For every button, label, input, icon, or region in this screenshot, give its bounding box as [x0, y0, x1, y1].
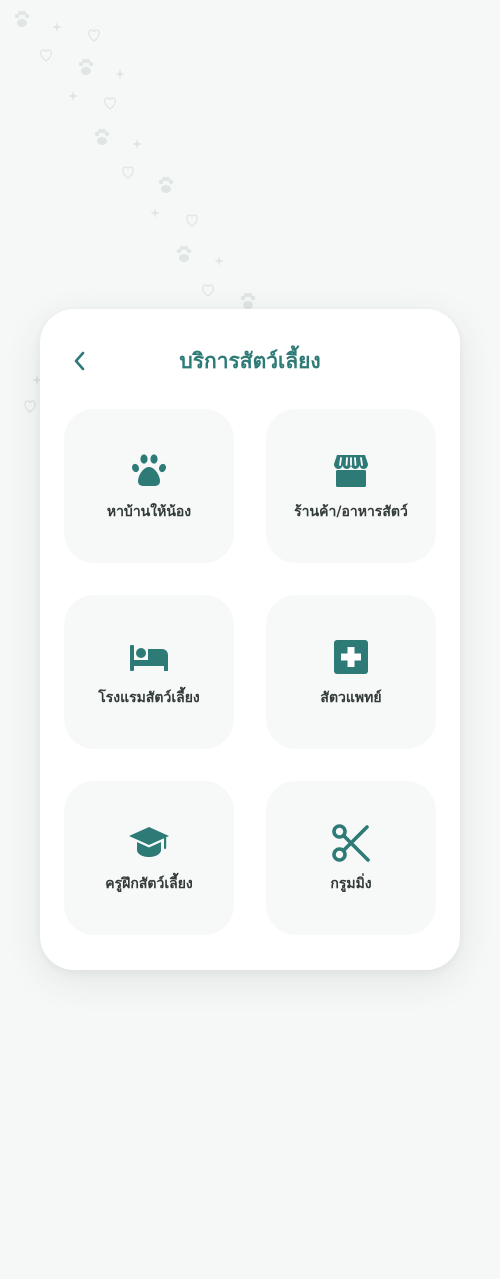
service-label: กรูมมิ่ง — [330, 876, 372, 892]
service-label: สัตวแพทย์ — [320, 690, 382, 706]
service-tile-adoption[interactable]: หาบ้านให้น้อง — [64, 409, 234, 563]
graduation-cap-icon — [129, 827, 169, 857]
service-tile-veterinarian[interactable]: สัตวแพทย์ — [266, 595, 436, 749]
scissors-icon — [332, 824, 370, 862]
store-icon — [334, 455, 368, 487]
medical-cross-icon — [334, 640, 368, 674]
service-label: โรงแรมสัตว์เลี้ยง — [98, 690, 200, 706]
service-label: หาบ้านให้น้อง — [106, 504, 192, 520]
service-label: ครูฝึกสัตว์เลี้ยง — [105, 876, 193, 892]
service-tile-pet-hotel[interactable]: โรงแรมสัตว์เลี้ยง — [64, 595, 234, 749]
service-tile-grooming[interactable]: กรูมมิ่ง — [266, 781, 436, 935]
bed-icon — [130, 645, 168, 671]
header: บริการสัตว์เลี้ยง — [40, 339, 460, 383]
page-title: บริการสัตว์เลี้ยง — [179, 349, 321, 373]
paw-icon — [131, 454, 167, 486]
service-label: ร้านค้า/อาหารสัตว์ — [294, 504, 408, 520]
service-tile-pet-trainer[interactable]: ครูฝึกสัตว์เลี้ยง — [64, 781, 234, 935]
services-card: บริการสัตว์เลี้ยง หาบ้านให้น้อง ร้านค้า/… — [40, 309, 460, 970]
service-tile-store[interactable]: ร้านค้า/อาหารสัตว์ — [266, 409, 436, 563]
